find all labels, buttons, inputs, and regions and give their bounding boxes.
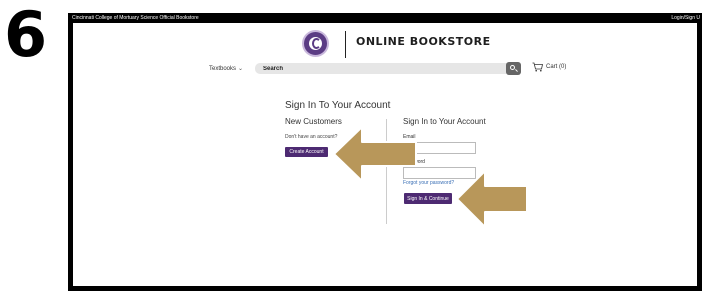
chevron-down-icon: ⌄ <box>238 66 244 72</box>
textbooks-menu[interactable]: Textbooks ⌄ <box>209 65 243 72</box>
tutorial-page: 6 Cincinnati College of Mortuary Science… <box>0 0 707 291</box>
seal-inner-icon <box>308 36 323 51</box>
search-button[interactable] <box>506 62 521 75</box>
search-icon-handle <box>515 69 518 72</box>
top-bar: Cincinnati College of Mortuary Science O… <box>68 13 702 23</box>
cart-label: Cart (0) <box>546 64 567 70</box>
no-account-prompt: Don't have an account? <box>285 134 338 140</box>
login-signup-link[interactable]: Login/Sign U <box>671 13 700 23</box>
shopping-cart-icon <box>532 62 543 72</box>
sign-in-continue-button[interactable]: Sign In & Continue <box>404 193 452 204</box>
site-name: Cincinnati College of Mortuary Science O… <box>72 15 199 21</box>
pointer-arrow-create-account <box>333 126 417 182</box>
create-account-button[interactable]: Create Account <box>285 147 328 157</box>
store-title: ONLINE BOOKSTORE <box>356 35 491 48</box>
college-seal-logo[interactable] <box>302 30 329 57</box>
signin-heading: Sign In To Your Account <box>285 100 391 111</box>
search-input[interactable] <box>263 63 493 74</box>
pointer-arrow-sign-in <box>456 170 528 228</box>
search-bar <box>255 62 521 75</box>
textbooks-label: Textbooks <box>209 66 237 72</box>
cart-link[interactable]: Cart (0) <box>532 62 566 72</box>
step-number: 6 <box>4 0 47 71</box>
logo-divider <box>345 31 346 58</box>
seal-monogram-icon <box>312 38 321 49</box>
